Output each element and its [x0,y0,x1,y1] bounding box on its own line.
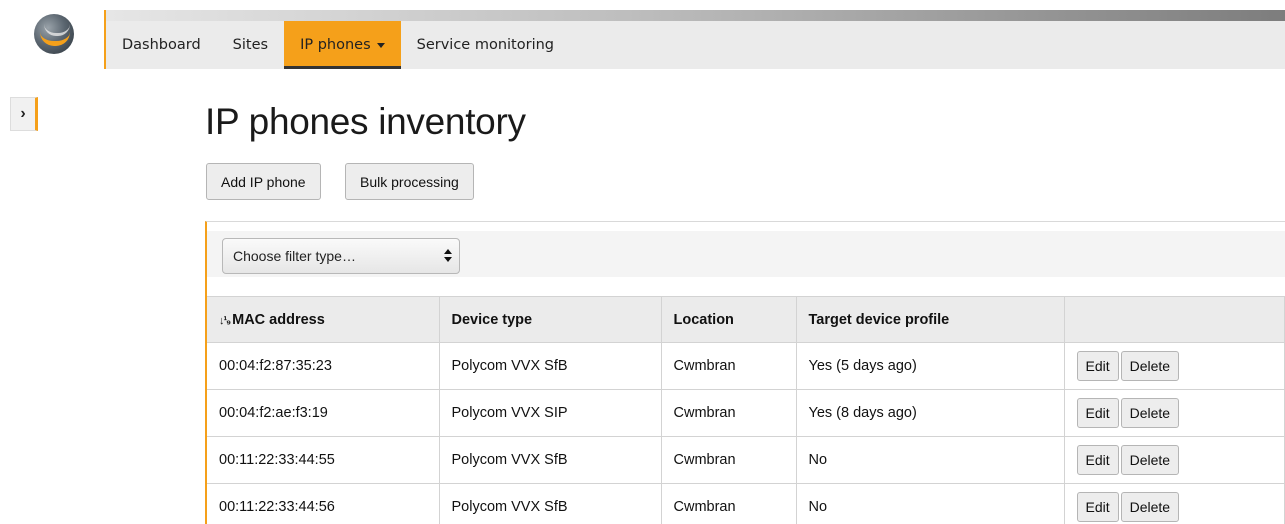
nav-item-sites[interactable]: Sites [217,21,284,69]
sidebar-toggle-button[interactable]: › [10,97,38,131]
cell-actions: Edit Delete [1063,483,1285,524]
cell-device-type: Polycom VVX SIP [438,389,662,437]
cell-target-profile: No [795,436,1065,484]
ip-phones-table: ↓¹₉ MAC address Device type Location Targ… [207,296,1285,524]
page-title: IP phones inventory [205,101,526,142]
top-navbar: Dashboard Sites IP phones Service monito… [104,10,1285,69]
delete-button[interactable]: Delete [1120,398,1180,428]
main-nav: Dashboard Sites IP phones Service monito… [106,21,570,69]
inventory-panel: Choose filter type… ↓¹₉ MAC address Devic… [205,221,1285,524]
sort-ascending-icon: ↓¹₉ [219,314,231,327]
logo-swoosh-accent-icon [40,32,70,46]
cell-device-type: Polycom VVX SfB [438,342,662,390]
cell-target-profile: Yes (8 days ago) [795,389,1065,437]
filter-bar: Choose filter type… [207,231,1285,277]
cell-location: Cwmbran [660,342,797,390]
add-ip-phone-button[interactable]: Add IP phone [206,163,321,200]
chevron-right-icon: › [20,105,26,122]
table-row: 00:04:f2:ae:f3:19 Polycom VVX SIP Cwmbra… [207,389,1285,437]
delete-button[interactable]: Delete [1120,492,1180,522]
cell-location: Cwmbran [660,436,797,484]
cell-target-profile: Yes (5 days ago) [795,342,1065,390]
filter-select-value: Choose filter type… [233,248,356,264]
cell-target-profile: No [795,483,1065,524]
column-header-location[interactable]: Location [660,296,797,343]
column-header-mac[interactable]: ↓¹₉ MAC address [207,296,440,343]
cell-actions: Edit Delete [1063,436,1285,484]
column-header-label: MAC address [232,311,325,328]
column-header-device-type[interactable]: Device type [438,296,662,343]
column-header-target-device-profile[interactable]: Target device profile [795,296,1065,343]
column-header-actions [1063,296,1285,343]
nav-item-dashboard[interactable]: Dashboard [106,21,217,69]
column-header-label: Target device profile [808,311,950,328]
table-header-row: ↓¹₉ MAC address Device type Location Targ… [207,296,1285,343]
cell-mac: 00:11:22:33:44:56 [207,483,440,524]
cell-mac: 00:04:f2:87:35:23 [207,342,440,390]
nav-item-label: IP phones [300,37,371,53]
cell-location: Cwmbran [660,483,797,524]
nav-item-ip-phones[interactable]: IP phones [284,21,401,69]
cell-device-type: Polycom VVX SfB [438,436,662,484]
table-row: 00:11:22:33:44:56 Polycom VVX SfB Cwmbra… [207,483,1285,524]
caret-down-icon [376,42,385,48]
navbar-stripe [106,10,1285,21]
cell-actions: Edit Delete [1063,389,1285,437]
filter-type-select[interactable]: Choose filter type… [222,238,460,274]
edit-button[interactable]: Edit [1076,351,1119,381]
nav-item-label: Sites [232,37,269,53]
table-row: 00:11:22:33:44:55 Polycom VVX SfB Cwmbra… [207,436,1285,484]
nav-item-label: Service monitoring [416,37,554,53]
cell-device-type: Polycom VVX SfB [438,483,662,524]
delete-button[interactable]: Delete [1120,445,1180,475]
column-header-label: Device type [451,311,533,328]
nav-item-service-monitoring[interactable]: Service monitoring [401,21,570,69]
edit-button[interactable]: Edit [1076,398,1119,428]
column-header-label: Location [673,311,734,328]
select-arrows-icon [444,248,452,264]
bulk-processing-button[interactable]: Bulk processing [345,163,474,200]
delete-button[interactable]: Delete [1120,351,1180,381]
nav-item-label: Dashboard [122,37,201,53]
edit-button[interactable]: Edit [1076,445,1119,475]
app-logo [34,14,74,54]
cell-mac: 00:11:22:33:44:55 [207,436,440,484]
edit-button[interactable]: Edit [1076,492,1119,522]
cell-location: Cwmbran [660,389,797,437]
cell-mac: 00:04:f2:ae:f3:19 [207,389,440,437]
table-row: 00:04:f2:87:35:23 Polycom VVX SfB Cwmbra… [207,342,1285,390]
cell-actions: Edit Delete [1063,342,1285,390]
